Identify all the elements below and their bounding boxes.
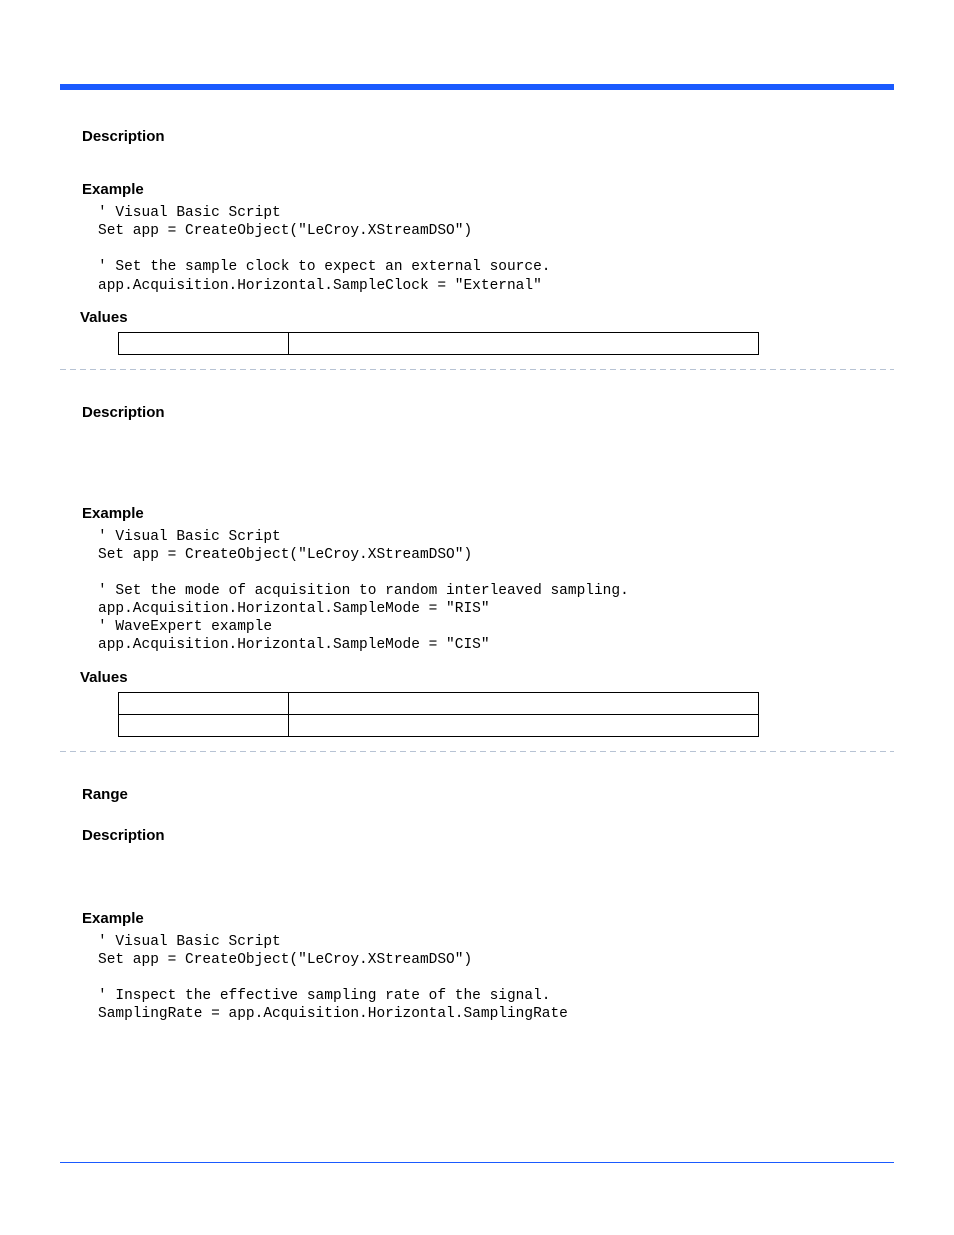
values-table-2 bbox=[118, 692, 759, 737]
heading-description-1: Description bbox=[82, 128, 872, 145]
page-content: Description Example ' Visual Basic Scrip… bbox=[82, 128, 872, 1023]
code-block-3: ' Visual Basic Script Set app = CreateOb… bbox=[98, 933, 872, 1024]
top-border bbox=[60, 84, 894, 90]
heading-description-3: Description bbox=[82, 827, 872, 844]
heading-example-3: Example bbox=[82, 910, 872, 927]
heading-example-1: Example bbox=[82, 181, 872, 198]
heading-range: Range bbox=[82, 786, 872, 803]
bottom-border bbox=[60, 1162, 894, 1163]
table-row bbox=[119, 692, 759, 714]
table-row bbox=[119, 714, 759, 736]
heading-example-2: Example bbox=[82, 505, 872, 522]
table-row bbox=[119, 332, 759, 354]
code-block-2: ' Visual Basic Script Set app = CreateOb… bbox=[98, 528, 872, 655]
heading-description-2: Description bbox=[82, 404, 872, 421]
heading-values-2: Values bbox=[80, 669, 872, 686]
values-table-1 bbox=[118, 332, 759, 355]
code-block-1: ' Visual Basic Script Set app = CreateOb… bbox=[98, 204, 872, 295]
heading-values-1: Values bbox=[80, 309, 872, 326]
